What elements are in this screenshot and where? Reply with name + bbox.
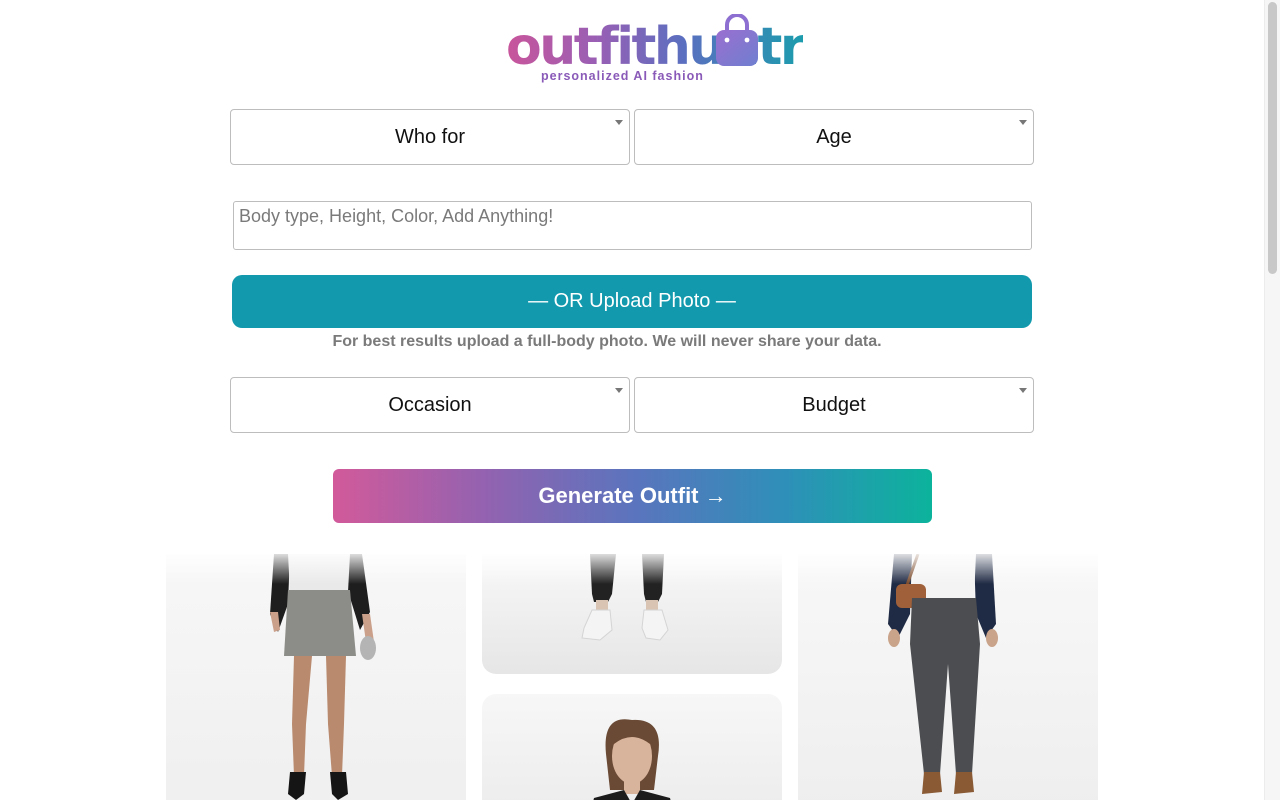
age-value: Age [816, 125, 852, 148]
caret-down-icon [615, 120, 623, 125]
shopping-bag-icon [716, 14, 758, 66]
outfit-photo-icon [593, 719, 671, 800]
occasion-select[interactable]: Occasion [230, 377, 630, 433]
budget-select[interactable]: Budget [634, 377, 1034, 433]
caret-down-icon [1019, 120, 1027, 125]
details-input[interactable] [233, 201, 1032, 250]
who-for-value: Who for [394, 125, 466, 148]
occasion-value: Occasion [388, 393, 472, 416]
outfit-card-blazer-trousers[interactable] [798, 554, 1098, 800]
outfit-card-leather-jacket-skirt[interactable] [166, 554, 466, 800]
scrollbar-thumb[interactable] [1268, 2, 1277, 274]
caret-down-icon [615, 388, 623, 393]
outfit-card-woman-leather-jacket[interactable] [482, 694, 782, 800]
page-scrollbar[interactable] [1264, 0, 1280, 800]
age-select[interactable]: Age [634, 109, 1034, 165]
upload-note: For best results upload a full-body phot… [332, 333, 882, 350]
outfit-photo-icon [270, 554, 376, 800]
logo-tagline: personalized AI fashion [541, 69, 704, 83]
caret-down-icon [1019, 388, 1027, 393]
generate-outfit-button[interactable]: Generate Outfit → [333, 469, 932, 523]
outfit-photo-icon [888, 554, 998, 794]
outfit-card-joggers-sneakers[interactable] [482, 554, 782, 674]
upload-photo-button[interactable]: — OR Upload Photo — [232, 275, 1032, 328]
who-for-select[interactable]: Who for [230, 109, 630, 165]
brand-logo[interactable]: outfithuntr personalized AI fashion [506, 14, 805, 86]
budget-value: Budget [802, 393, 866, 416]
